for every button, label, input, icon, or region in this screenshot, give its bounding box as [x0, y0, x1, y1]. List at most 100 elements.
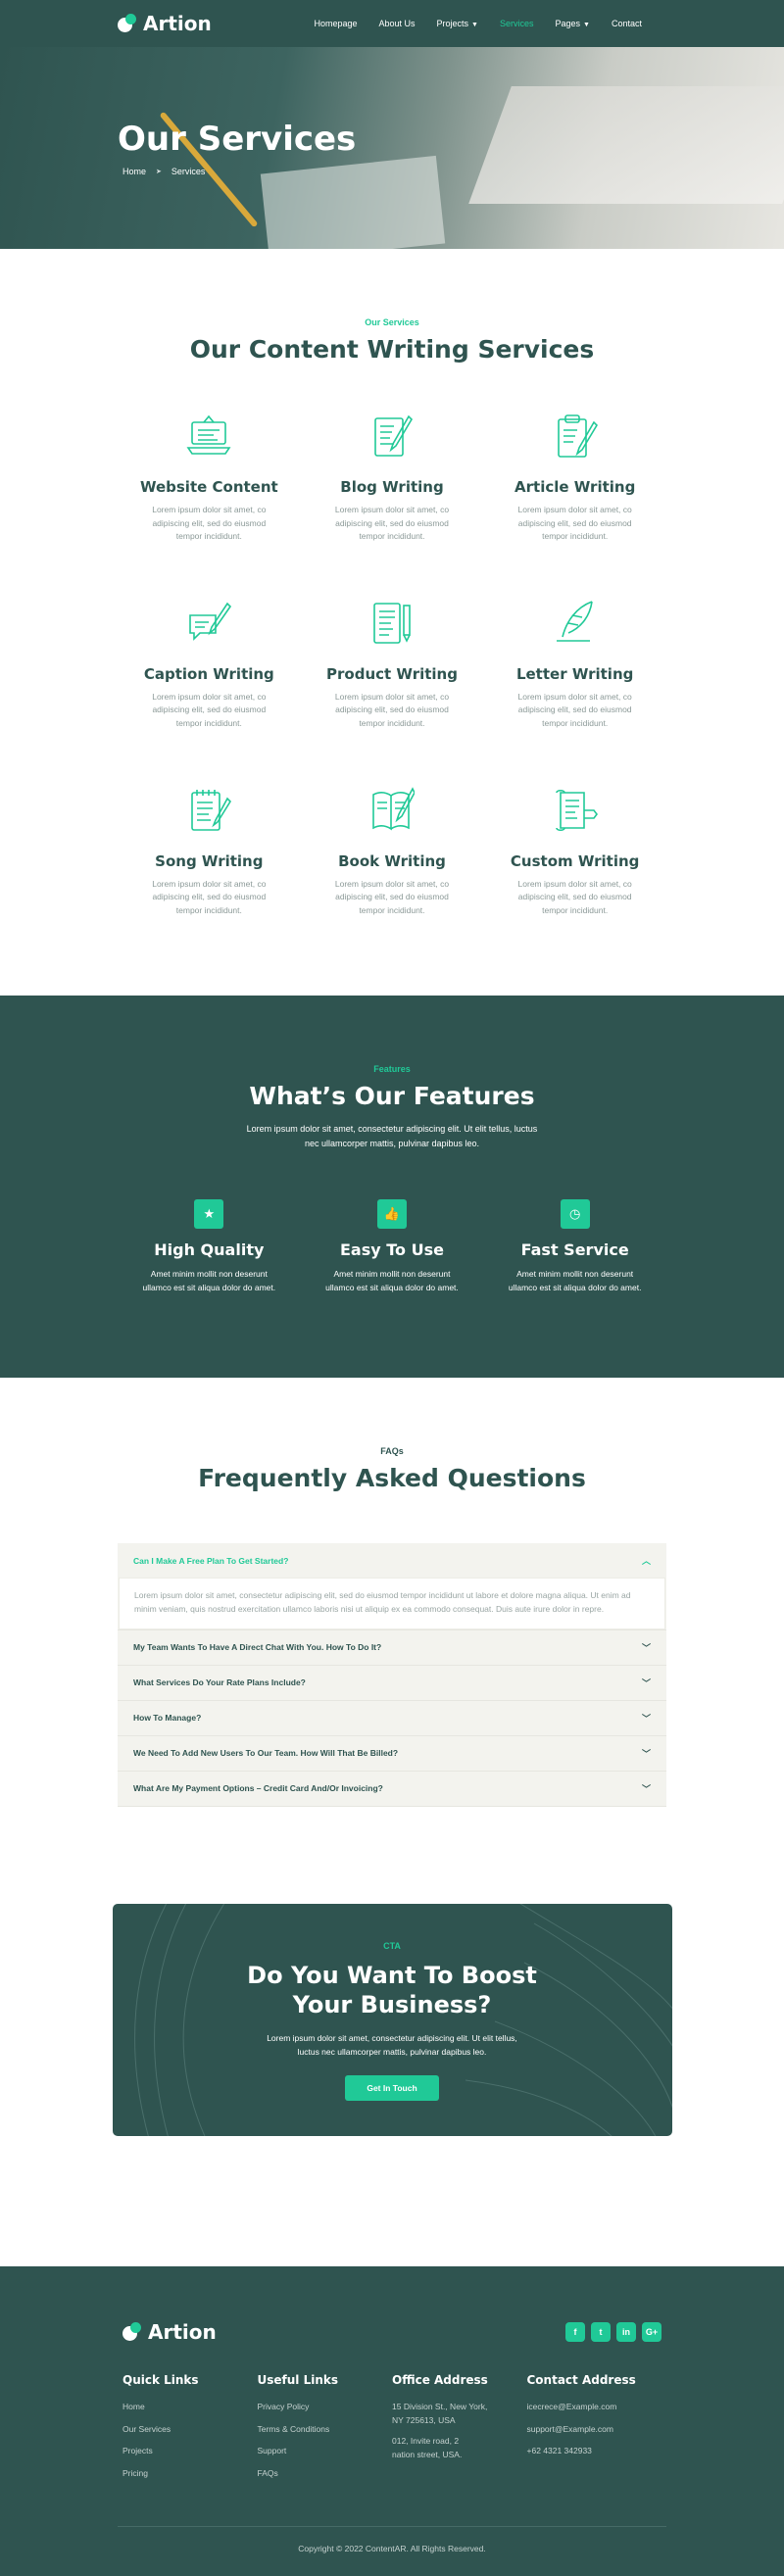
service-text: Lorem ipsum dolor sit amet, co adipiscin… [152, 505, 267, 542]
footer-link[interactable]: Projects [122, 2445, 258, 2458]
footer-logo[interactable]: Artion [122, 2320, 217, 2344]
section-title: Our Content Writing Services [189, 335, 595, 364]
contact-phone[interactable]: +62 4321 342933 [527, 2445, 662, 2458]
chevron-down-icon: ﹀ [641, 1642, 651, 1653]
faq-question-toggle[interactable]: My Team Wants To Have A Direct Chat With… [118, 1630, 666, 1665]
faq-question-toggle[interactable]: Can I Make A Free Plan To Get Started? ︿ [118, 1543, 666, 1578]
section-title: Frequently Asked Questions [198, 1464, 586, 1492]
chevron-down-icon: ﹀ [641, 1713, 651, 1724]
breadcrumb-home[interactable]: Home [122, 167, 146, 176]
service-card[interactable]: Website Content Lorem ipsum dolor sit am… [118, 411, 301, 544]
faq-question: My Team Wants To Have A Direct Chat With… [133, 1642, 382, 1653]
chevron-down-icon: ▼ [471, 22, 478, 28]
service-title: Book Writing [338, 851, 446, 870]
service-card[interactable]: Caption Writing Lorem ipsum dolor sit am… [118, 598, 301, 731]
chevron-down-icon: ▼ [583, 22, 590, 28]
feature-text: Amet minim mollit non deserunt ullamco e… [508, 1268, 642, 1293]
copyright: Copyright © 2022 ContentAR. All Rights R… [298, 2544, 486, 2553]
faq-question-toggle[interactable]: What Are My Payment Options – Credit Car… [118, 1772, 666, 1806]
cta-title: Do You Want To Boost Your Business? [247, 1962, 537, 2018]
cta-eyebrow: CTA [383, 1941, 401, 1951]
footer-column-contact-address: Contact Address icecrece@Example.com sup… [527, 2373, 662, 2489]
facebook-icon[interactable]: f [565, 2322, 585, 2342]
service-title: Song Writing [155, 851, 264, 870]
nav-label: Contact [611, 19, 642, 28]
faq-item: Can I Make A Free Plan To Get Started? ︿… [118, 1543, 666, 1630]
footer-link[interactable]: FAQs [258, 2467, 393, 2481]
book-icon [372, 786, 416, 831]
footer-divider [118, 2526, 666, 2527]
footer-link[interactable]: Terms & Conditions [258, 2423, 393, 2437]
nav-item-homepage[interactable]: Homepage [314, 19, 357, 28]
caption-icon [189, 602, 232, 641]
section-title: What’s Our Features [249, 1082, 535, 1110]
product-doc-icon [373, 602, 411, 644]
service-card[interactable]: Product Writing Lorem ipsum dolor sit am… [301, 598, 484, 731]
footer-link[interactable]: Our Services [122, 2423, 258, 2437]
section-eyebrow: FAQs [380, 1446, 404, 1456]
feature-title: Easy To Use [340, 1239, 444, 1259]
chevron-up-icon: ︿ [641, 1556, 651, 1566]
nav-label: Services [499, 19, 534, 28]
social-links: f t in G+ [565, 2322, 662, 2342]
service-card[interactable]: Letter Writing Lorem ipsum dolor sit ame… [483, 598, 666, 731]
nav-item-projects[interactable]: Projects ▼ [437, 19, 478, 28]
feature-text: Amet minim mollit non deserunt ullamco e… [325, 1268, 459, 1293]
breadcrumb-current: Services [171, 167, 206, 176]
footer-columns: Quick Links Home Our Services Projects P… [122, 2373, 662, 2489]
google-plus-icon[interactable]: G+ [642, 2322, 662, 2342]
services-grid: Website Content Lorem ipsum dolor sit am… [118, 411, 666, 917]
faq-question-toggle[interactable]: What Services Do Your Rate Plans Include… [118, 1666, 666, 1700]
cta-card: CTA Do You Want To Boost Your Business? … [112, 1904, 672, 2136]
service-card[interactable]: Custom Writing Lorem ipsum dolor sit ame… [483, 785, 666, 918]
footer-link[interactable]: Pricing [122, 2467, 258, 2481]
cta-section: CTA Do You Want To Boost Your Business? … [0, 1838, 784, 2266]
faq-answer: Lorem ipsum dolor sit amet, consectetur … [119, 1578, 665, 1629]
twitter-icon[interactable]: t [591, 2322, 611, 2342]
service-text: Lorem ipsum dolor sit amet, co adipiscin… [334, 505, 450, 542]
support-email[interactable]: support@Example.com [527, 2423, 662, 2437]
notepad-icon [191, 789, 232, 831]
feature-card: ◷ Fast Service Amet minim mollit non des… [483, 1198, 666, 1295]
service-text: Lorem ipsum dolor sit amet, co adipiscin… [152, 878, 267, 915]
office-address-line: 15 Division St., New York, NY 725613, US… [392, 2402, 488, 2425]
service-card[interactable]: Song Writing Lorem ipsum dolor sit amet,… [118, 785, 301, 918]
faq-question: How To Manage? [133, 1713, 202, 1724]
service-card[interactable]: Article Writing Lorem ipsum dolor sit am… [483, 411, 666, 544]
main-nav: Homepage About Us Projects ▼ Services Pag… [314, 19, 642, 28]
thumbs-up-icon: 👍 [376, 1198, 407, 1229]
footer-link[interactable]: Support [258, 2445, 393, 2458]
faq-item: What Are My Payment Options – Credit Car… [118, 1772, 666, 1807]
service-card[interactable]: Blog Writing Lorem ipsum dolor sit amet,… [301, 411, 484, 544]
logo[interactable]: Artion [118, 12, 212, 35]
decorative-lines [133, 1904, 672, 2136]
logo-icon [118, 14, 137, 33]
blog-pen-icon [374, 414, 413, 457]
footer-link[interactable]: Privacy Policy [258, 2401, 393, 2414]
services-section: Our Services Our Content Writing Service… [0, 249, 784, 996]
faq-question-toggle[interactable]: We Need To Add New Users To Our Team. Ho… [118, 1736, 666, 1771]
nav-item-contact[interactable]: Contact [612, 19, 642, 28]
faq-question-toggle[interactable]: How To Manage? ﹀ [118, 1701, 666, 1735]
contact-email[interactable]: icecrece@Example.com [527, 2401, 662, 2414]
service-text: Lorem ipsum dolor sit amet, co adipiscin… [334, 878, 450, 915]
service-card[interactable]: Book Writing Lorem ipsum dolor sit amet,… [301, 785, 484, 918]
faq-question: We Need To Add New Users To Our Team. Ho… [133, 1748, 399, 1759]
quill-icon [556, 601, 593, 642]
chevron-down-icon: ﹀ [641, 1748, 651, 1759]
service-text: Lorem ipsum dolor sit amet, co adipiscin… [517, 878, 632, 915]
nav-item-pages[interactable]: Pages ▼ [556, 19, 590, 28]
nav-item-services[interactable]: Services [500, 19, 534, 28]
get-in-touch-button[interactable]: Get In Touch [345, 2074, 439, 2101]
feature-title: Fast Service [520, 1239, 629, 1259]
faq-question: What Services Do Your Rate Plans Include… [133, 1677, 306, 1688]
nav-item-about[interactable]: About Us [379, 19, 416, 28]
service-title: Article Writing [514, 478, 636, 496]
footer-link[interactable]: Home [122, 2401, 258, 2414]
nav-label: About Us [378, 19, 416, 28]
service-title: Caption Writing [143, 664, 274, 683]
faq-question: What Are My Payment Options – Credit Car… [133, 1783, 383, 1794]
service-title: Custom Writing [510, 851, 640, 870]
linkedin-icon[interactable]: in [616, 2322, 636, 2342]
scroll-pen-icon [555, 789, 598, 831]
